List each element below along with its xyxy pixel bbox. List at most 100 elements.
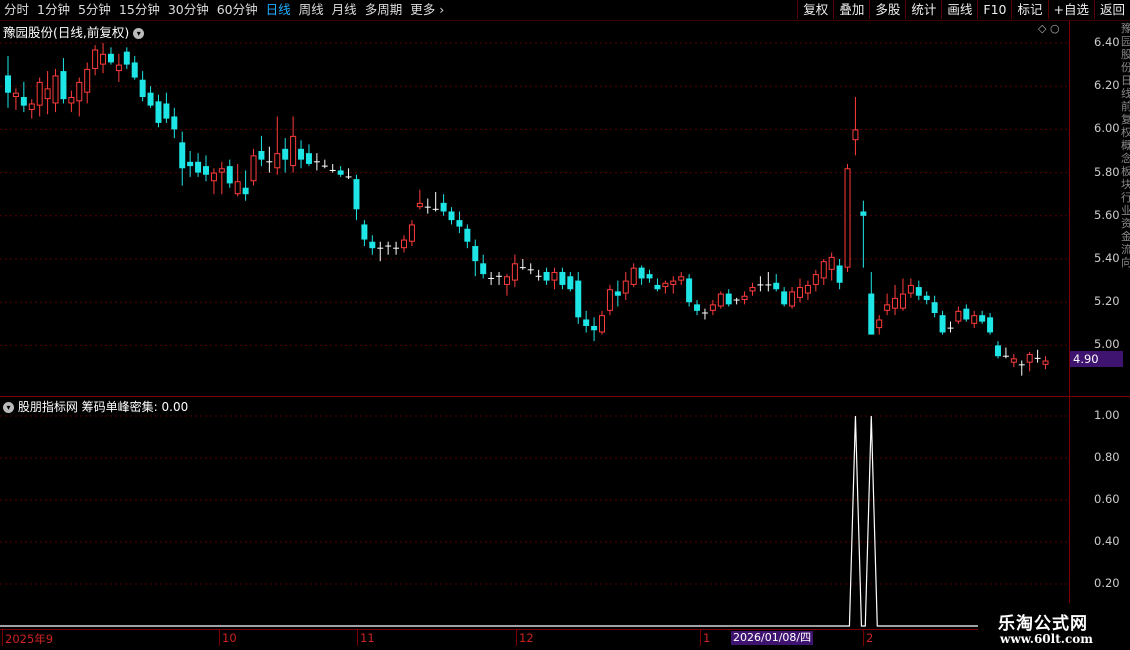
candle-body-down bbox=[195, 161, 202, 173]
time-axis-label: 10 bbox=[222, 631, 237, 645]
candle-body-down bbox=[163, 103, 170, 119]
time-axis-tick bbox=[700, 630, 701, 646]
candle-body-up bbox=[68, 97, 75, 104]
indicator-tick-label: 0.80 bbox=[1094, 450, 1120, 464]
candle-body-down bbox=[725, 293, 732, 305]
price-tick-label: 5.60 bbox=[1094, 207, 1120, 222]
candle-body-down bbox=[60, 71, 67, 100]
time-axis-tick bbox=[2, 630, 3, 646]
candle-body-up bbox=[670, 280, 677, 285]
candle-body-down bbox=[646, 274, 653, 279]
indicator-tick-label: 0.60 bbox=[1094, 492, 1120, 506]
candle-body-down bbox=[353, 179, 360, 210]
candle-body-down bbox=[179, 142, 186, 169]
price-axis-divider bbox=[1069, 21, 1070, 629]
watermark-url: www.60lt.com bbox=[1000, 632, 1093, 646]
candle-body-up bbox=[820, 261, 827, 279]
candle-body-down bbox=[472, 246, 479, 262]
time-axis-label: 12 bbox=[519, 631, 534, 645]
candle-body-down bbox=[107, 53, 114, 63]
price-tick-label: 5.20 bbox=[1094, 294, 1120, 309]
time-axis-tick bbox=[516, 630, 517, 646]
candle-body-up bbox=[709, 304, 716, 311]
candle-body-down bbox=[448, 211, 455, 221]
candle-body-up bbox=[1010, 358, 1017, 363]
candle-body-down bbox=[939, 315, 946, 333]
candle-body-down bbox=[979, 315, 986, 322]
candle-body-up bbox=[28, 103, 35, 110]
candle-body-up bbox=[812, 274, 819, 285]
candle-body-up bbox=[899, 293, 906, 309]
watermark-logo: 乐淘公式网 www.60lt.com bbox=[978, 603, 1130, 650]
price-tick-label: 5.80 bbox=[1094, 164, 1120, 179]
candle-body-up bbox=[44, 88, 51, 100]
candle-body-up bbox=[503, 276, 510, 285]
time-axis-label: 11 bbox=[360, 631, 375, 645]
candle-body-down bbox=[995, 345, 1001, 357]
candle-body-up bbox=[789, 291, 796, 307]
candle-body-up bbox=[52, 75, 59, 104]
candle-body-up bbox=[234, 181, 241, 195]
watermark-title: 乐淘公式网 bbox=[998, 614, 1088, 634]
candle-body-down bbox=[963, 308, 970, 320]
candle-body-up bbox=[622, 280, 629, 294]
candle-body-up bbox=[907, 284, 914, 294]
candle-body-down bbox=[654, 284, 661, 290]
time-axis-tick bbox=[357, 630, 358, 646]
candle-body-up bbox=[955, 310, 962, 322]
candle-body-up bbox=[36, 81, 43, 106]
candle-body-down bbox=[773, 282, 780, 290]
candle-body-up bbox=[828, 256, 835, 270]
candle-body-down bbox=[20, 97, 27, 106]
candle-body-down bbox=[868, 293, 875, 335]
candle-body-down bbox=[155, 101, 162, 123]
candle-body-down bbox=[305, 153, 312, 164]
candle-body-down bbox=[480, 263, 487, 275]
indicator-tick-label: 1.00 bbox=[1094, 408, 1120, 422]
candle-body-up bbox=[12, 92, 19, 98]
candle-body-down bbox=[915, 287, 922, 296]
candle-body-down bbox=[583, 319, 590, 326]
candle-body-down bbox=[139, 79, 146, 97]
candle-body-down bbox=[614, 291, 621, 296]
candle-body-down bbox=[123, 51, 130, 65]
candle-body-down bbox=[171, 116, 178, 130]
candle-body-up bbox=[749, 287, 756, 292]
candle-body-up bbox=[797, 287, 803, 298]
candle-body-up bbox=[630, 267, 637, 285]
candle-body-down bbox=[987, 317, 994, 333]
candle-body-up bbox=[100, 53, 107, 65]
candle-body-down bbox=[836, 265, 843, 283]
indicator-tick-label: 0.40 bbox=[1094, 534, 1120, 548]
candle-body-up bbox=[511, 263, 518, 281]
candle-body-up bbox=[1042, 360, 1049, 365]
candle-body-up bbox=[1026, 354, 1033, 363]
candle-body-up bbox=[804, 284, 811, 294]
toolbar-button-8[interactable]: 返回 bbox=[1093, 0, 1130, 19]
candle-body-down bbox=[226, 166, 233, 184]
time-axis-label: 2025年9 bbox=[5, 632, 54, 646]
indicator-tick-label: 0.20 bbox=[1094, 576, 1120, 590]
candle-body-up bbox=[884, 304, 891, 311]
candle-body-up bbox=[408, 224, 415, 242]
candle-body-up bbox=[741, 295, 748, 301]
candle-body-down bbox=[298, 148, 305, 160]
kline-chart[interactable] bbox=[0, 0, 1069, 630]
candle-body-up bbox=[115, 64, 122, 72]
time-axis-label: 2 bbox=[866, 631, 874, 645]
time-axis-tick bbox=[219, 630, 220, 646]
candle-body-up bbox=[92, 49, 99, 69]
price-tick-label: 6.40 bbox=[1094, 35, 1120, 49]
candle-body-up bbox=[210, 172, 217, 182]
side-panel-strip: 豫园股份日线前复权概念板块行业资金流向 bbox=[1121, 22, 1130, 269]
candle-body-up bbox=[290, 135, 297, 167]
candle-body-down bbox=[5, 75, 11, 93]
candle-body-down bbox=[187, 161, 194, 167]
candle-body-down bbox=[258, 151, 265, 160]
candle-body-up bbox=[971, 315, 978, 324]
candle-body-down bbox=[591, 325, 598, 331]
time-axis-tick bbox=[863, 630, 864, 646]
candle-body-down bbox=[781, 291, 788, 305]
candle-body-down bbox=[464, 228, 471, 242]
candle-body-down bbox=[147, 92, 154, 106]
